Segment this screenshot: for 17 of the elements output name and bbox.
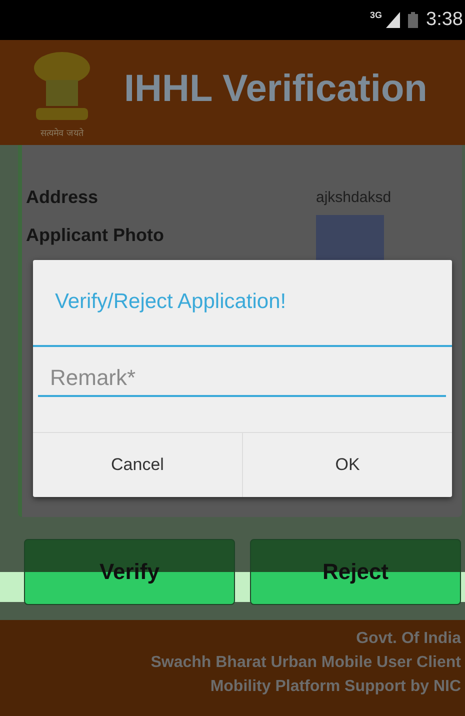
signal-icon — [386, 12, 400, 28]
field-label: Address — [26, 186, 100, 208]
footer-text: Swachh Bharat Urban Mobile User Client — [150, 654, 461, 672]
clock: 3:38 — [426, 9, 463, 31]
network-type-label: 3G — [370, 10, 382, 20]
app-title: IHHL Verification — [124, 68, 428, 111]
dialog-button[interactable]: Cancel — [33, 433, 242, 497]
photo-placeholder — [316, 215, 384, 263]
footer-text: Govt. Of India — [356, 630, 461, 648]
footer-text: Mobility Platform Support by NIC — [210, 678, 461, 696]
field-label: Applicant Photo — [26, 225, 165, 246]
field-value: ajkshdaksd — [316, 188, 392, 206]
dialog-button[interactable]: OK — [242, 433, 452, 497]
motto-text: सत्यमेव जयते — [40, 127, 84, 139]
remark-input-field[interactable]: Remark* — [38, 361, 446, 397]
dialog-title: Verify/Reject Application! — [54, 289, 288, 315]
battery-icon — [408, 12, 418, 28]
